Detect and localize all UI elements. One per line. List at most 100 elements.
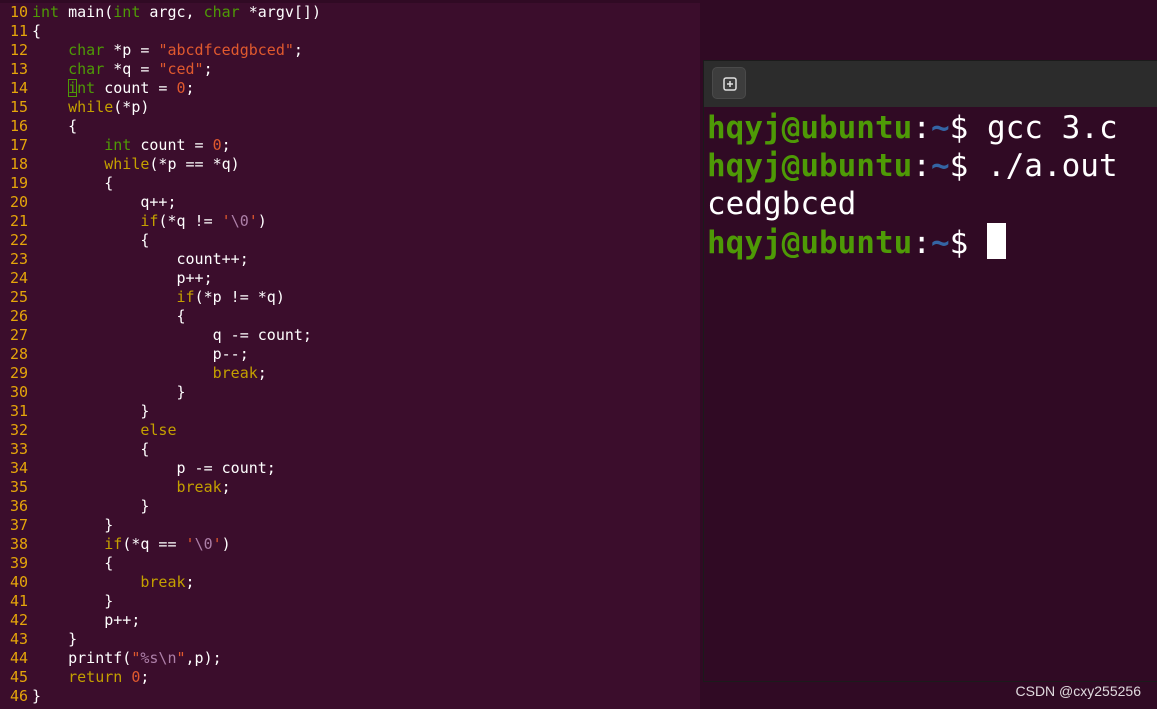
code-line[interactable]: 31 }	[0, 402, 149, 421]
terminal-output[interactable]: hqyj@ubuntu:~$ gcc 3.c hqyj@ubuntu:~$ ./a…	[707, 109, 1157, 261]
code-token: {	[32, 307, 186, 325]
code-token: {	[32, 440, 150, 458]
code-line[interactable]: 29 break;	[0, 364, 267, 383]
code-line[interactable]: 35 break;	[0, 478, 231, 497]
code-token: *p =	[104, 41, 159, 59]
code-line[interactable]: 43 }	[0, 630, 77, 649]
code-token: while	[68, 98, 114, 116]
code-line[interactable]: 33 {	[0, 440, 149, 459]
code-token: break	[212, 364, 258, 382]
code-token: )	[257, 212, 267, 230]
terminal-window[interactable]: hqyj@ubuntu:~$ gcc 3.c hqyj@ubuntu:~$ ./a…	[703, 60, 1157, 682]
code-token: return	[68, 668, 123, 686]
new-tab-icon	[723, 77, 737, 91]
code-line[interactable]: 15 while(*p)	[0, 98, 149, 117]
code-line[interactable]: 10 int main(int argc, char *argv[])	[0, 3, 321, 22]
code-token: "abcdfcedgbced"	[158, 41, 294, 59]
terminal-command: ./a.out	[986, 148, 1118, 184]
terminal-cursor	[986, 223, 1006, 259]
code-token: char	[203, 3, 240, 21]
code-line[interactable]: 44 printf("%s\n",p);	[0, 649, 222, 668]
terminal-command: gcc 3.c	[986, 110, 1118, 146]
line-number: 27	[9, 326, 28, 344]
code-line[interactable]: 26 {	[0, 307, 186, 326]
program-output: cedgbced	[707, 186, 857, 222]
code-line[interactable]: 41 }	[0, 592, 113, 611]
code-token: 0	[212, 136, 222, 154]
prompt-colon: :	[912, 148, 931, 184]
code-token: '	[212, 535, 222, 553]
code-line[interactable]: 17 int count = 0;	[0, 136, 231, 155]
code-token: main(	[59, 3, 114, 21]
line-number: 29	[9, 364, 28, 382]
code-line[interactable]: 37 }	[0, 516, 113, 535]
code-token: *q =	[104, 60, 159, 78]
code-line[interactable]: 20 q++;	[0, 193, 177, 212]
code-line[interactable]: 21 if(*q != '\0')	[0, 212, 267, 231]
line-number: 36	[9, 497, 28, 515]
code-line[interactable]: 25 if(*p != *q)	[0, 288, 285, 307]
code-line[interactable]: 18 while(*p == *q)	[0, 155, 240, 174]
prompt-path: ~	[930, 110, 950, 146]
line-number: 33	[9, 440, 28, 458]
code-token: p--;	[32, 345, 249, 363]
code-token: if	[104, 535, 123, 553]
prompt-user-host: hqyj@ubuntu	[707, 110, 913, 146]
line-number: 35	[9, 478, 28, 496]
prompt-dollar: $	[949, 225, 987, 261]
code-token: {	[32, 554, 114, 572]
code-line[interactable]: 36 }	[0, 497, 149, 516]
code-line[interactable]: 34 p -= count;	[0, 459, 276, 478]
code-line[interactable]: 13 char *q = "ced";	[0, 60, 213, 79]
line-number: 34	[9, 459, 28, 477]
line-number: 17	[9, 136, 28, 154]
code-line[interactable]: 42 p++;	[0, 611, 140, 630]
line-number: 40	[9, 573, 28, 591]
code-line[interactable]: 16 {	[0, 117, 77, 136]
code-line[interactable]: 27 q -= count;	[0, 326, 312, 345]
terminal-output-line: cedgbced	[707, 185, 1157, 223]
code-line[interactable]: 19 {	[0, 174, 113, 193]
prompt-user-host: hqyj@ubuntu	[707, 225, 913, 261]
terminal-prompt-line: hqyj@ubuntu:~$ ./a.out	[707, 147, 1157, 185]
code-line[interactable]: 12 char *p = "abcdfcedgbced";	[0, 41, 303, 60]
code-token: {	[32, 117, 78, 135]
line-number: 39	[9, 554, 28, 572]
code-line[interactable]: 38 if(*q == '\0')	[0, 535, 231, 554]
code-line[interactable]: 45 return 0;	[0, 668, 149, 687]
code-token: }	[32, 497, 150, 515]
code-token: {	[32, 22, 42, 40]
code-editor[interactable]: 10 int main(int argc, char *argv[]) 11{12 …	[0, 3, 700, 709]
code-line[interactable]: 30 }	[0, 383, 186, 402]
code-token: q++;	[32, 193, 177, 211]
code-token: int	[32, 3, 60, 21]
code-line[interactable]: 24 p++;	[0, 269, 213, 288]
code-line[interactable]: 46}	[0, 687, 41, 706]
line-number: 16	[9, 117, 28, 135]
code-line[interactable]: 22 {	[0, 231, 149, 250]
line-number: 22	[9, 231, 28, 249]
code-line[interactable]: 40 break;	[0, 573, 195, 592]
code-line[interactable]: 32 else	[0, 421, 177, 440]
code-token: int	[113, 3, 141, 21]
code-line[interactable]: 39 {	[0, 554, 113, 573]
code-line[interactable]: 23 count++;	[0, 250, 249, 269]
code-token: }	[32, 592, 114, 610]
code-line[interactable]: 11{	[0, 22, 41, 41]
code-token: (*p == *q)	[149, 155, 240, 173]
code-line[interactable]: 14 int count = 0;	[0, 79, 195, 98]
line-number: 19	[9, 174, 28, 192]
line-number: 42	[9, 611, 28, 629]
terminal-prompt-line: hqyj@ubuntu:~$ gcc 3.c	[707, 109, 1157, 147]
new-tab-button[interactable]	[712, 67, 746, 99]
code-line[interactable]: 28 p--;	[0, 345, 249, 364]
code-token: '	[221, 212, 231, 230]
code-token: char	[68, 41, 105, 59]
